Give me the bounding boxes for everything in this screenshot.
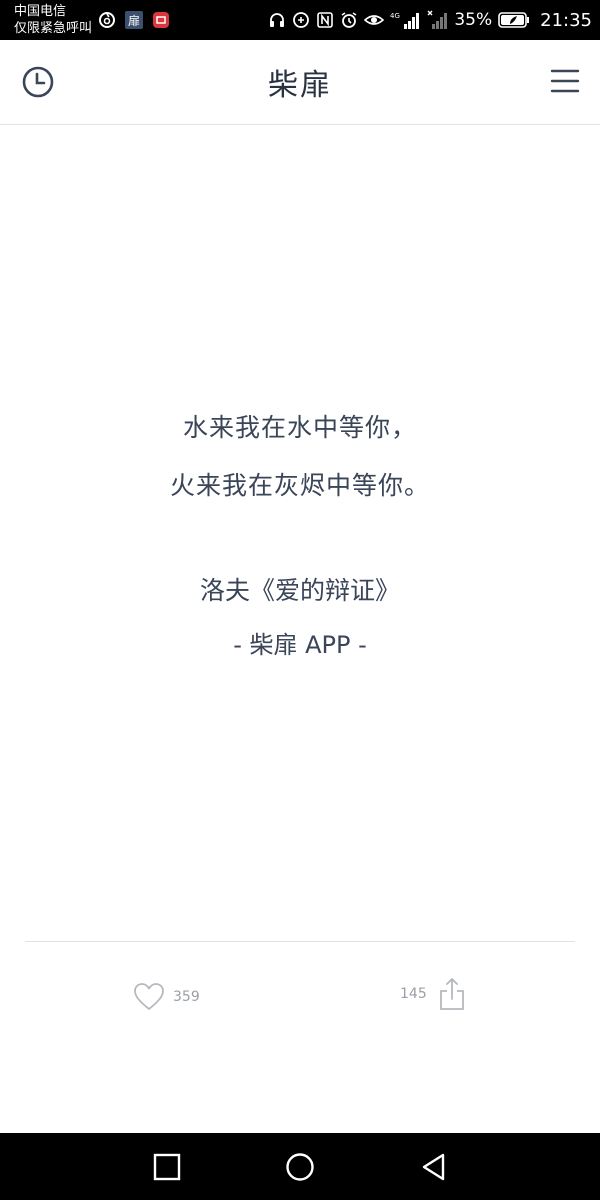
music-app-icon — [99, 12, 115, 28]
share-group: 145 — [400, 976, 465, 1012]
red-app-icon — [153, 12, 169, 28]
carrier-name: 中国电信 — [14, 4, 67, 19]
like-button[interactable]: 359 — [133, 980, 200, 1014]
system-icons: 4G 35% 21:35 — [268, 0, 592, 40]
notification-icons: 扉 — [98, 11, 170, 29]
eye-comfort-icon — [364, 15, 385, 25]
app-title: 柴扉 — [268, 68, 332, 103]
clock: 21:35 — [540, 9, 592, 31]
quote-card: 水来我在水中等你， 火来我在灰烬中等你。 洛夫《爱的辩证》 - 柴扉 APP - — [0, 125, 600, 940]
data-saver-icon — [293, 12, 310, 28]
recents-button[interactable] — [151, 1151, 183, 1183]
signal-no-service-icon — [427, 10, 448, 29]
nfc-icon — [317, 12, 334, 28]
carrier-info: 中国电信 仅限紧急呼叫 — [14, 3, 92, 37]
chaifei-app-icon: 扉 — [125, 11, 143, 29]
menu-button[interactable] — [550, 66, 580, 96]
back-triangle-icon — [422, 1153, 445, 1181]
square-icon — [153, 1153, 181, 1181]
emergency-only-label: 仅限紧急呼叫 — [14, 21, 93, 36]
chaifei-app-icon-label: 扉 — [128, 14, 140, 28]
alarm-icon — [341, 12, 357, 28]
heart-icon — [134, 983, 164, 1010]
status-bar: 中国电信 仅限紧急呼叫 扉 4G 35% 21:35 — [0, 0, 600, 40]
battery-icon — [498, 12, 530, 28]
app-header: 柴扉 — [0, 40, 600, 125]
quote-line-1: 水来我在水中等你， — [182, 413, 417, 442]
home-button[interactable] — [284, 1151, 316, 1183]
content-divider — [25, 941, 575, 942]
headphones-icon — [270, 13, 285, 27]
circle-icon — [286, 1153, 314, 1181]
quote-line-2: 火来我在灰烬中等你。 — [169, 471, 430, 500]
system-nav-bar — [0, 1133, 600, 1200]
svg-text:4G: 4G — [390, 12, 400, 20]
share-count: 145 — [400, 986, 427, 1002]
signal-4g-icon: 4G — [390, 12, 420, 29]
share-icon[interactable] — [439, 977, 465, 1011]
back-button[interactable] — [418, 1151, 450, 1183]
hamburger-menu-icon — [550, 69, 580, 93]
quote-source: 洛夫《爱的辩证》 — [199, 576, 400, 605]
quote-app-tag: - 柴扉 APP - — [233, 631, 367, 659]
like-count: 359 — [173, 989, 200, 1005]
battery-percent: 35% — [454, 10, 493, 30]
